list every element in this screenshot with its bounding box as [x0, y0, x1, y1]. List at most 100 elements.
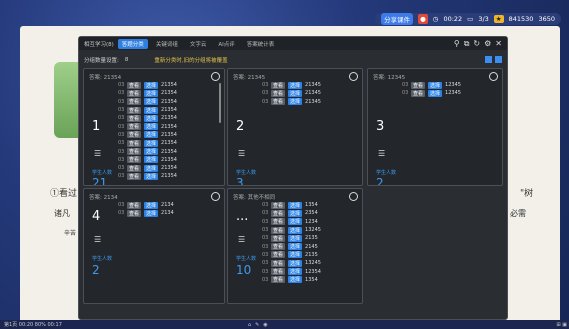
view-button[interactable]: 查看 — [127, 156, 142, 164]
list-icon[interactable]: ☰ — [94, 149, 101, 158]
list-item[interactable]: 03 查看 选择 13245 — [262, 259, 321, 267]
select-button[interactable]: 选择 — [144, 131, 159, 139]
view-button[interactable]: 查看 — [127, 201, 142, 209]
settings-icon[interactable]: ⚙ — [484, 39, 491, 49]
copy-icon[interactable]: ⧉ — [464, 39, 470, 49]
view-button[interactable]: 查看 — [271, 268, 286, 276]
select-button[interactable]: 选择 — [288, 218, 303, 226]
list-item[interactable]: 03 查看 选择 21354 — [118, 106, 177, 114]
list-item[interactable]: 03 查看 选择 1234 — [262, 218, 321, 226]
select-button[interactable]: 选择 — [288, 276, 303, 284]
view-button[interactable]: 查看 — [271, 201, 286, 209]
list-item[interactable]: 03 查看 选择 2134 — [118, 201, 174, 209]
select-button[interactable]: 选择 — [144, 164, 159, 172]
view-button[interactable]: 查看 — [271, 81, 286, 89]
view-button[interactable]: 查看 — [127, 98, 142, 106]
view-button[interactable]: 查看 — [271, 218, 286, 226]
taskbar-right[interactable]: ⊞ ▣ ☰ — [556, 322, 569, 328]
select-button[interactable]: 选择 — [144, 114, 159, 122]
list-item[interactable]: 03 查看 选择 21354 — [118, 172, 177, 180]
select-button[interactable]: 选择 — [288, 98, 303, 106]
select-button[interactable]: 选择 — [288, 259, 303, 267]
select-button[interactable]: 选择 — [288, 201, 303, 209]
list-item[interactable]: 03 查看 选择 21345 — [262, 81, 321, 89]
list-item[interactable]: 03 查看 选择 2134 — [118, 209, 174, 217]
camera-icon[interactable]: ◉ — [263, 322, 267, 328]
select-button[interactable]: 选择 — [144, 98, 159, 106]
list-item[interactable]: 03 查看 选择 13245 — [262, 226, 321, 234]
list-icon[interactable]: ☰ — [238, 235, 245, 244]
list-item[interactable]: 03 查看 选择 21354 — [118, 139, 177, 147]
select-button[interactable]: 选择 — [144, 148, 159, 156]
view-button[interactable]: 查看 — [127, 89, 142, 97]
view-button[interactable]: 查看 — [127, 164, 142, 172]
select-button[interactable]: 选择 — [288, 226, 303, 234]
list-item[interactable]: 03 查看 选择 21354 — [118, 164, 177, 172]
list-item[interactable]: 03 查看 选择 21354 — [118, 156, 177, 164]
list-item[interactable]: 03 查看 选择 21345 — [262, 89, 321, 97]
view-button[interactable]: 查看 — [127, 81, 142, 89]
view-button[interactable]: 查看 — [127, 209, 142, 217]
select-button[interactable]: 选择 — [144, 89, 159, 97]
select-button[interactable]: 选择 — [288, 89, 303, 97]
tab-classify[interactable]: 答题分类 — [117, 38, 148, 49]
record-icon[interactable]: ● — [418, 14, 428, 24]
zoom-icon[interactable] — [349, 72, 358, 81]
select-button[interactable]: 选择 — [144, 139, 159, 147]
select-button[interactable]: 选择 — [428, 81, 443, 89]
select-button[interactable]: 选择 — [288, 234, 303, 242]
view-button[interactable]: 查看 — [271, 234, 286, 242]
select-button[interactable]: 选择 — [144, 123, 159, 131]
select-button[interactable]: 选择 — [288, 81, 303, 89]
home-icon[interactable]: ⌂ — [248, 322, 251, 328]
zoom-icon[interactable] — [489, 72, 498, 81]
view-button[interactable]: 查看 — [127, 123, 142, 131]
select-button[interactable]: 选择 — [288, 268, 303, 276]
select-button[interactable]: 选择 — [144, 172, 159, 180]
list-item[interactable]: 03 查看 选择 21354 — [118, 147, 177, 156]
answer-group-card[interactable]: 答案: 2134 4 ☰ 学生人数 2 03 查看 选择 2134 03 查看 选择 2134 — [83, 188, 225, 304]
list-item[interactable]: 03 查看 选择 2135 — [262, 251, 321, 259]
list-icon[interactable]: ☰ — [238, 149, 245, 158]
tab-stats[interactable]: 答案统计表 — [243, 39, 279, 49]
list-item[interactable]: 03 查看 选择 1354 — [262, 201, 321, 209]
list-item[interactable]: 03 查看 选择 1354 — [262, 276, 321, 284]
view-button[interactable]: 查看 — [271, 259, 286, 267]
list-item[interactable]: 03 查看 选择 21354 — [118, 114, 177, 122]
tab-wordcloud[interactable]: 文字云 — [186, 39, 211, 49]
select-button[interactable]: 选择 — [288, 209, 303, 217]
share-badge[interactable]: 分享课件 — [381, 13, 414, 25]
tab-ai-review[interactable]: AI点评 — [214, 39, 238, 49]
list-item[interactable]: 03 查看 选择 21354 — [118, 98, 177, 106]
view-button[interactable]: 查看 — [271, 209, 286, 217]
view-button[interactable]: 查看 — [411, 81, 426, 89]
list-item[interactable]: 03 查看 选择 12354 — [262, 267, 321, 276]
select-button[interactable]: 选择 — [144, 201, 159, 209]
answer-group-card[interactable]: 答案: 12345 3 ☰ 学生人数 2 03 查看 选择 12345 03 查看 选择 12345 — [367, 68, 503, 186]
select-button[interactable]: 选择 — [288, 243, 303, 251]
list-item[interactable]: 03 查看 选择 21345 — [262, 98, 321, 106]
pin-icon[interactable]: ⚲ — [454, 39, 460, 49]
view-button[interactable]: 查看 — [127, 106, 142, 114]
tab-keywords[interactable]: 关键词组 — [152, 39, 182, 49]
list-icon[interactable]: ☰ — [378, 149, 385, 158]
select-button[interactable]: 选择 — [144, 81, 159, 89]
pen-icon[interactable]: ✎ — [255, 322, 259, 328]
refresh-icon[interactable]: ↻ — [473, 39, 480, 49]
select-button[interactable]: 选择 — [144, 106, 159, 114]
select-button[interactable]: 选择 — [144, 156, 159, 164]
answer-group-card[interactable]: 答案: 其他不相同... ☰ 学生人数 10 03 查看 选择 1354 03 查看 选择 2354 0… — [227, 188, 363, 304]
view-button[interactable]: 查看 — [271, 251, 286, 259]
list-item[interactable]: 03 查看 选择 12345 — [402, 89, 461, 97]
list-item[interactable]: 03 查看 选择 21354 — [118, 122, 177, 131]
list-item[interactable]: 03 查看 选择 2145 — [262, 242, 321, 251]
answer-group-card[interactable]: 答案: 21354 1 ☰ 学生人数 21 03 查看 选择 21354 03 查看 选择 21354 0… — [83, 68, 225, 186]
select-button[interactable]: 选择 — [144, 209, 159, 217]
view-button[interactable]: 查看 — [127, 114, 142, 122]
view-button[interactable]: 查看 — [271, 243, 286, 251]
zoom-icon[interactable] — [349, 192, 358, 201]
zoom-icon[interactable] — [211, 192, 220, 201]
view-button[interactable]: 查看 — [127, 148, 142, 156]
list-item[interactable]: 03 查看 选择 12345 — [402, 81, 461, 89]
select-button[interactable]: 选择 — [288, 251, 303, 259]
